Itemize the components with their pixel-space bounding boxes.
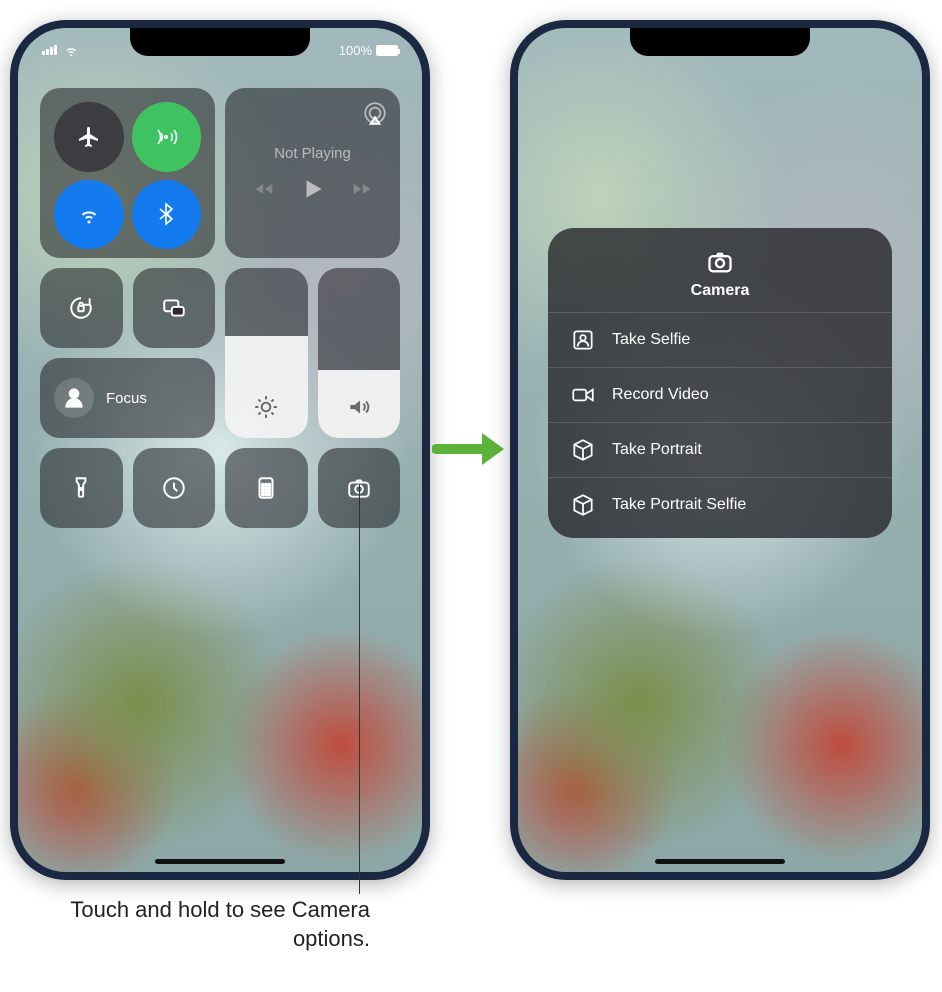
portrait-photo-icon — [570, 327, 596, 353]
wifi-button[interactable] — [54, 180, 124, 250]
flashlight-button[interactable] — [40, 448, 123, 528]
now-playing-tile[interactable]: Not Playing — [225, 88, 400, 258]
screen: 100% — [18, 28, 422, 872]
menu-item-label: Take Portrait Selfie — [612, 496, 746, 514]
home-indicator[interactable] — [155, 859, 285, 864]
focus-label: Focus — [106, 390, 147, 407]
focus-button[interactable]: Focus — [40, 358, 215, 438]
callout-text: Touch and hold to see Camera options. — [20, 896, 370, 953]
camera-menu-title: Camera — [548, 282, 892, 300]
media-status-label: Not Playing — [274, 145, 351, 162]
cube-icon — [570, 437, 596, 463]
next-track-icon[interactable] — [352, 179, 372, 199]
callout-line — [359, 484, 360, 894]
notch — [630, 28, 810, 56]
phone-camera-menu: Camera Take Selfie Record Video Take Por… — [510, 20, 930, 880]
phone-control-center: 100% — [10, 20, 430, 880]
bluetooth-button[interactable] — [132, 180, 202, 250]
arrow-icon — [432, 425, 510, 478]
notch — [130, 28, 310, 56]
cube-icon — [570, 492, 596, 518]
cellular-data-button[interactable] — [132, 102, 202, 172]
previous-track-icon[interactable] — [254, 179, 274, 199]
airplane-mode-button[interactable] — [54, 102, 124, 172]
cellular-signal-icon — [42, 45, 57, 55]
camera-menu-item-portrait-selfie[interactable]: Take Portrait Selfie — [548, 477, 892, 532]
rotation-lock-button[interactable] — [40, 268, 123, 348]
calculator-button[interactable] — [225, 448, 308, 528]
volume-slider[interactable] — [318, 268, 401, 438]
battery-icon — [376, 45, 398, 56]
menu-item-label: Take Portrait — [612, 441, 702, 459]
camera-options-menu: Camera Take Selfie Record Video Take Por… — [548, 228, 892, 538]
battery-percentage: 100% — [339, 43, 372, 58]
camera-icon — [703, 248, 737, 276]
camera-menu-item-selfie[interactable]: Take Selfie — [548, 312, 892, 367]
video-icon — [570, 382, 596, 408]
timer-button[interactable] — [133, 448, 216, 528]
brightness-slider[interactable] — [225, 268, 308, 438]
airplay-icon — [362, 100, 388, 126]
play-icon[interactable] — [300, 176, 326, 202]
connectivity-group — [40, 88, 215, 258]
home-indicator[interactable] — [655, 859, 785, 864]
menu-item-label: Take Selfie — [612, 331, 690, 349]
menu-item-label: Record Video — [612, 386, 709, 404]
screen-mirroring-button[interactable] — [133, 268, 216, 348]
camera-menu-item-record-video[interactable]: Record Video — [548, 367, 892, 422]
camera-menu-item-portrait[interactable]: Take Portrait — [548, 422, 892, 477]
wifi-icon — [63, 42, 79, 58]
screen: Camera Take Selfie Record Video Take Por… — [518, 28, 922, 872]
